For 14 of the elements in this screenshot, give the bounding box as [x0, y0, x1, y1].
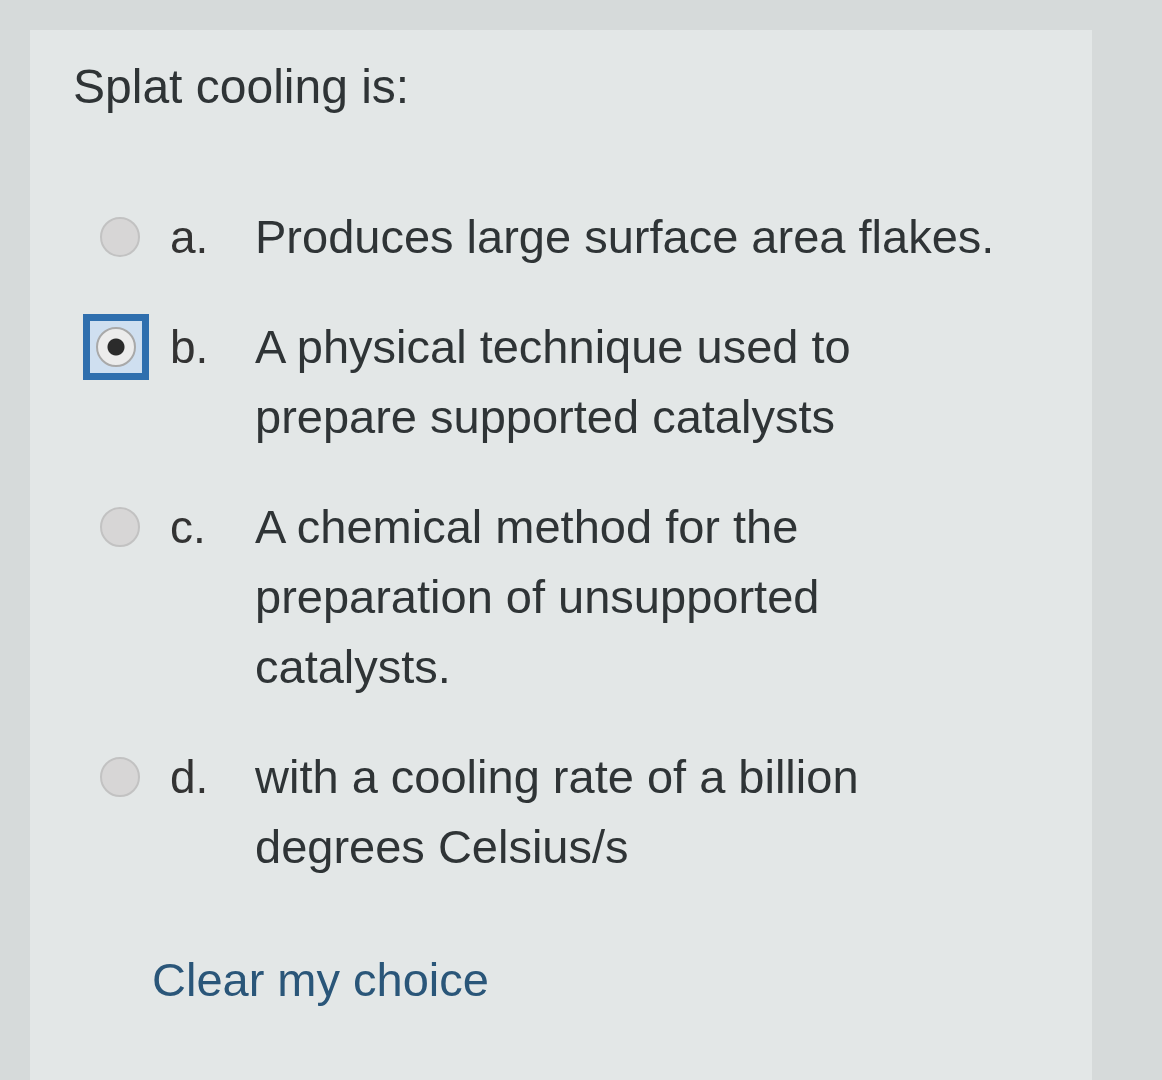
option-text: A physical technique used to prepare supported catalysts	[255, 319, 851, 445]
question-text: Splat cooling is:	[73, 59, 411, 115]
option-letter: b.	[170, 320, 209, 375]
radio-button[interactable]	[100, 217, 140, 257]
option-text: Produces large surface area flakes.	[255, 209, 995, 265]
radio-button[interactable]	[100, 507, 140, 547]
radio-button[interactable]	[96, 327, 136, 367]
radio-button[interactable]	[100, 757, 140, 797]
option-letter: c.	[170, 500, 206, 555]
option-letter: a.	[170, 210, 209, 265]
option-text: A chemical method for the preparation of unsupported catalysts.	[255, 499, 820, 695]
option-letter: d.	[170, 750, 209, 805]
clear-choice-link[interactable]: Clear my choice	[152, 950, 489, 1010]
option-text: with a cooling rate of a billion degrees Celsius/s	[255, 749, 859, 875]
